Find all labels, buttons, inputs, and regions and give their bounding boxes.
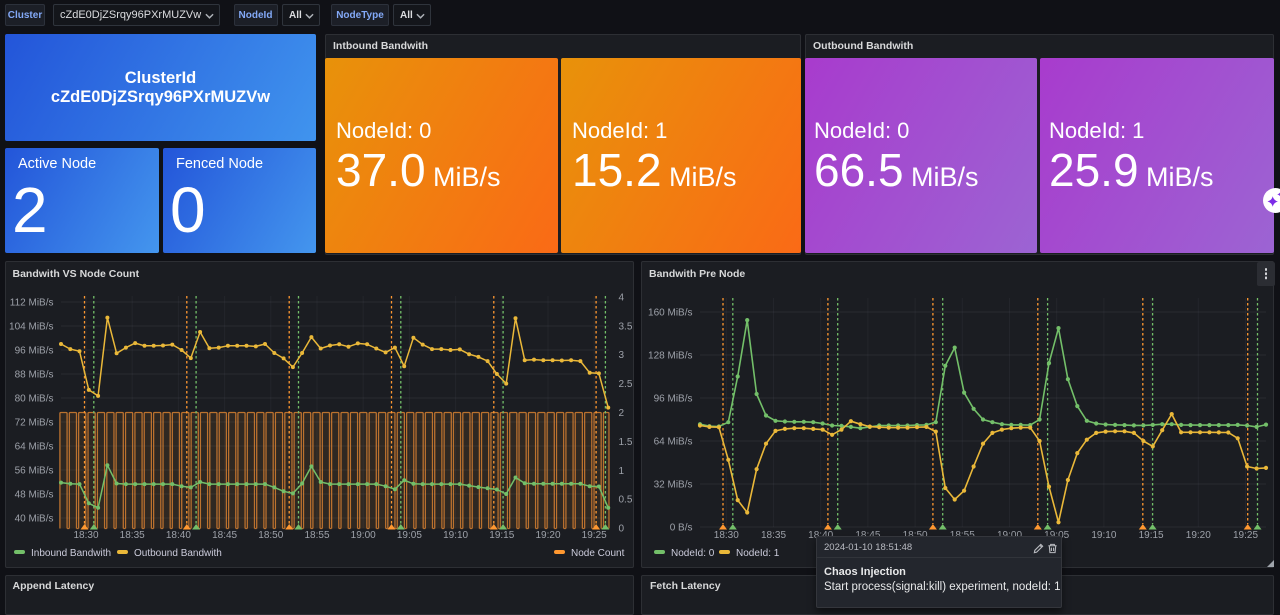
svg-text:64 MiB/s: 64 MiB/s [654, 437, 693, 448]
svg-text:2.5: 2.5 [619, 379, 633, 390]
svg-text:0.5: 0.5 [619, 495, 633, 506]
svg-text:72 MiB/s: 72 MiB/s [15, 418, 54, 429]
svg-text:19:25: 19:25 [1233, 530, 1258, 541]
svg-text:19:10: 19:10 [1091, 530, 1116, 541]
svg-text:19:15: 19:15 [1139, 530, 1164, 541]
svg-text:0 B/s: 0 B/s [670, 523, 693, 534]
svg-text:56 MiB/s: 56 MiB/s [15, 466, 54, 477]
svg-text:104 MiB/s: 104 MiB/s [9, 322, 53, 333]
svg-text:3: 3 [619, 350, 625, 361]
svg-text:32 MiB/s: 32 MiB/s [654, 480, 693, 491]
svg-text:1: 1 [619, 466, 625, 477]
svg-text:4: 4 [619, 293, 625, 304]
svg-text:40 MiB/s: 40 MiB/s [15, 514, 54, 525]
svg-text:19:20: 19:20 [535, 530, 560, 541]
svg-text:19:25: 19:25 [582, 530, 607, 541]
svg-text:128 MiB/s: 128 MiB/s [648, 351, 692, 362]
svg-text:18:35: 18:35 [761, 530, 786, 541]
svg-text:88 MiB/s: 88 MiB/s [15, 370, 54, 381]
svg-text:2: 2 [619, 408, 625, 419]
svg-text:18:30: 18:30 [714, 530, 739, 541]
svg-text:96 MiB/s: 96 MiB/s [654, 394, 693, 405]
svg-text:1.5: 1.5 [619, 437, 633, 448]
svg-text:18:55: 18:55 [304, 530, 329, 541]
svg-text:80 MiB/s: 80 MiB/s [15, 394, 54, 405]
svg-text:48 MiB/s: 48 MiB/s [15, 490, 54, 501]
svg-text:19:10: 19:10 [443, 530, 468, 541]
svg-text:112 MiB/s: 112 MiB/s [10, 298, 54, 309]
svg-text:18:50: 18:50 [258, 530, 283, 541]
svg-text:19:00: 19:00 [351, 530, 376, 541]
svg-text:96 MiB/s: 96 MiB/s [15, 346, 54, 357]
svg-text:18:35: 18:35 [120, 530, 145, 541]
svg-text:64 MiB/s: 64 MiB/s [15, 442, 54, 453]
svg-text:18:30: 18:30 [73, 530, 98, 541]
svg-text:0: 0 [619, 524, 625, 535]
svg-text:18:40: 18:40 [166, 530, 191, 541]
svg-text:160 MiB/s: 160 MiB/s [648, 308, 692, 319]
svg-text:19:05: 19:05 [397, 530, 422, 541]
svg-text:18:45: 18:45 [212, 530, 237, 541]
svg-text:19:20: 19:20 [1186, 530, 1211, 541]
svg-text:3.5: 3.5 [619, 321, 633, 332]
svg-text:19:15: 19:15 [489, 530, 514, 541]
